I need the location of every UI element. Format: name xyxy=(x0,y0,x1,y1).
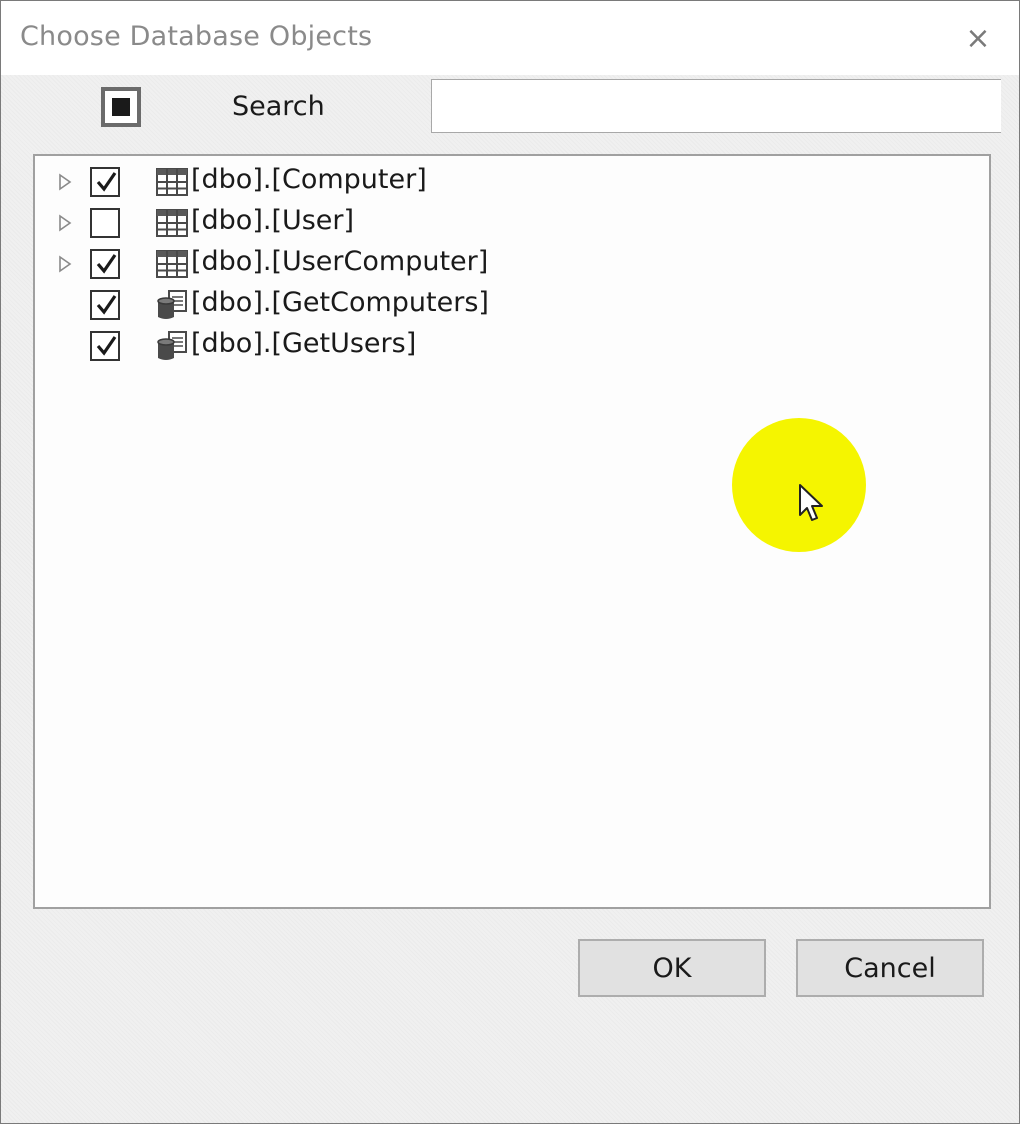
tree-item-label: [dbo].[User] xyxy=(191,205,355,236)
tree-item-label: [dbo].[GetComputers] xyxy=(191,287,489,318)
title-bar: Choose Database Objects × xyxy=(1,1,1019,75)
dialog-title: Choose Database Objects xyxy=(20,21,373,52)
tree-item[interactable]: [dbo].[GetComputers] xyxy=(35,285,935,325)
table-icon xyxy=(156,209,188,237)
ok-button[interactable]: OK xyxy=(578,939,766,997)
tree-item-checkbox[interactable] xyxy=(90,249,120,279)
checkmark-icon xyxy=(96,254,117,274)
search-label: Search xyxy=(232,91,325,122)
cancel-button[interactable]: Cancel xyxy=(796,939,984,997)
search-input[interactable] xyxy=(431,79,1001,133)
tree-item-label: [dbo].[Computer] xyxy=(191,164,427,195)
table-icon xyxy=(156,250,188,278)
stored-procedure-icon xyxy=(157,331,187,360)
choose-database-objects-dialog: Choose Database Objects × Search [dbo].[… xyxy=(0,0,1020,1124)
expand-arrow-icon[interactable] xyxy=(57,173,73,191)
tree-item[interactable]: [dbo].[Computer] xyxy=(35,162,935,202)
checkmark-icon xyxy=(96,336,117,356)
tree-item[interactable]: [dbo].[User] xyxy=(35,203,935,243)
tree-item-checkbox[interactable] xyxy=(90,208,120,238)
stored-procedure-icon xyxy=(157,290,187,319)
close-icon: × xyxy=(965,20,991,56)
expand-arrow-icon[interactable] xyxy=(57,214,73,232)
table-icon xyxy=(156,168,188,196)
tree-item[interactable]: [dbo].[UserComputer] xyxy=(35,244,935,284)
tree-item-label: [dbo].[GetUsers] xyxy=(191,328,417,359)
select-all-checkbox[interactable] xyxy=(101,87,141,127)
tree-item-label: [dbo].[UserComputer] xyxy=(191,246,489,277)
tree-item-checkbox[interactable] xyxy=(90,167,120,197)
database-objects-tree[interactable]: [dbo].[Computer] [dbo].[User] [dbo].[Use… xyxy=(33,154,991,909)
expand-arrow-icon[interactable] xyxy=(57,255,73,273)
close-button[interactable]: × xyxy=(951,11,1005,65)
tree-item-checkbox[interactable] xyxy=(90,290,120,320)
tree-item[interactable]: [dbo].[GetUsers] xyxy=(35,326,935,366)
checkmark-icon xyxy=(96,172,117,192)
checkmark-icon xyxy=(96,295,117,315)
mouse-pointer-icon xyxy=(799,484,823,521)
tree-item-checkbox[interactable] xyxy=(90,331,120,361)
indeterminate-mark-icon xyxy=(112,98,130,116)
